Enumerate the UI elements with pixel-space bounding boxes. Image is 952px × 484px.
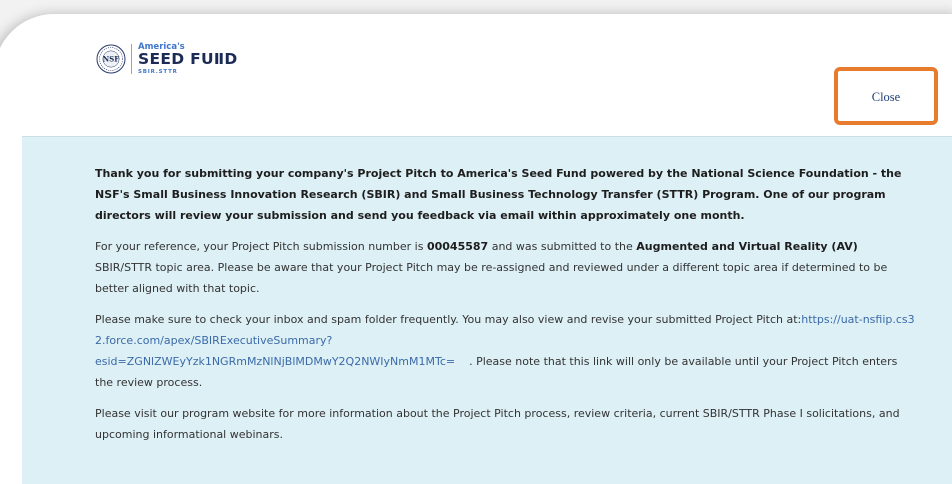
intro-paragraph: Thank you for submitting your company's … (95, 167, 902, 222)
reference-paragraph: For your reference, your Project Pitch s… (95, 236, 915, 299)
logo-divider (131, 44, 132, 74)
panel-divider (22, 136, 952, 137)
close-button[interactable]: Close (872, 90, 900, 105)
americas-seed-fund-logo: NSF America's SEED FUⅡD SBIR.STTR (96, 42, 238, 76)
logo-wordmark: America's SEED FUⅡD SBIR.STTR (138, 43, 238, 76)
link-line-2: esid=ZGNlZWEyYzk1NGRmMzNlNjBlMDMwY2Q2NWI… (95, 355, 456, 368)
svg-text:NSF: NSF (103, 55, 119, 64)
visit-website-paragraph: Please visit our program website for mor… (95, 407, 900, 441)
submission-number: 00045587 (426, 240, 489, 253)
reference-text-post: SBIR/STTR topic area. Please be aware th… (95, 261, 888, 295)
reference-text-mid: and was submitted to the (488, 240, 637, 253)
message-content: Thank you for submitting your company's … (95, 163, 915, 455)
check-inbox-text: Please make sure to check your inbox and… (95, 313, 802, 326)
review-link-paragraph: Please make sure to check your inbox and… (95, 313, 915, 389)
logo-line-seed-fund: SEED FUⅡD (138, 50, 238, 69)
close-button-highlight: Close (834, 67, 938, 125)
nsf-seal-icon: NSF (96, 44, 126, 74)
topic-area: Augmented and Virtual Reality (AV) (636, 240, 858, 253)
logo-line-sbir-sttr: SBIR.STTR (138, 68, 178, 75)
reference-text-pre: For your reference, your Project Pitch s… (95, 240, 427, 253)
